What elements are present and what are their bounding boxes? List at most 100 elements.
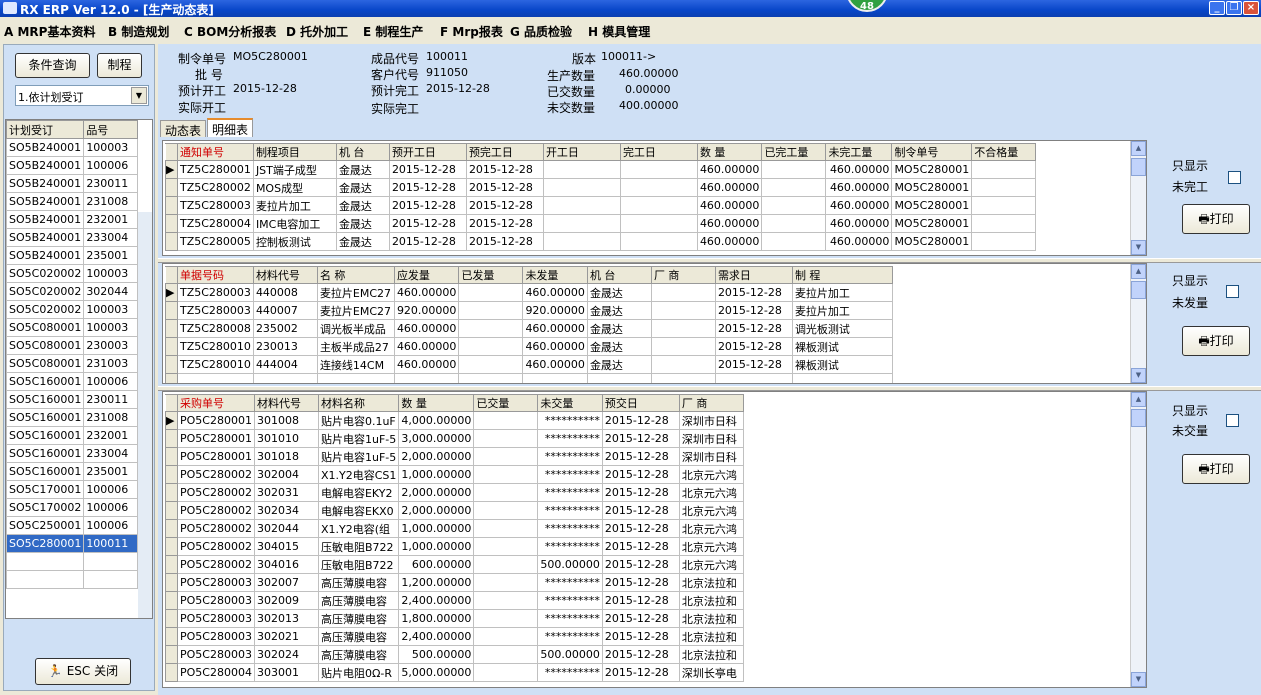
table-row[interactable]: PO5C280003 302013 高压薄膜电容 1,800.00000 *******… — [165, 609, 744, 628]
table-row[interactable]: TZ5C280010 444004 连接线14CM 460.00000 460.0000… — [165, 355, 893, 374]
column-header[interactable]: 名 称 — [316, 266, 395, 284]
table-row[interactable] — [165, 373, 893, 383]
list-item[interactable]: SO5C080001 100003 — [6, 318, 139, 337]
row-indicator[interactable] — [165, 555, 178, 574]
column-header[interactable]: 应发量 — [393, 266, 460, 284]
scroll-down-icon[interactable]: ▼ — [1131, 240, 1146, 255]
column-header[interactable]: 制令单号 — [891, 143, 973, 161]
column-header[interactable]: 数 量 — [696, 143, 763, 161]
row-indicator[interactable] — [165, 301, 178, 320]
column-header[interactable]: 材料代号 — [252, 266, 318, 284]
table-row[interactable]: ▶ PO5C280001 301008 贴片电容0.1uF 4,000.00000 ***… — [165, 411, 744, 430]
list-item[interactable]: SO5B240001 233004 — [6, 228, 139, 247]
row-indicator[interactable] — [165, 447, 178, 466]
row-indicator[interactable] — [165, 214, 178, 233]
column-header[interactable]: 单据号码 — [177, 266, 254, 284]
table-row[interactable]: PO5C280003 302007 高压薄膜电容 1,200.00000 *******… — [165, 573, 744, 592]
table-row[interactable]: TZ5C280003 麦拉片加工 金晟达 2015-12-28 2015-12-28 46… — [165, 196, 1037, 215]
list-item[interactable]: SO5C250001 100006 — [6, 516, 139, 535]
query-button[interactable]: 条件查询 — [15, 53, 90, 78]
scroll-down-icon[interactable]: ▼ — [1131, 672, 1146, 687]
table-row[interactable]: TZ5C280002 MOS成型 金晟达 2015-12-28 2015-12-28 46… — [165, 178, 1037, 197]
column-header[interactable]: 预开工日 — [388, 143, 467, 161]
list-item[interactable]: SO5C280001 100011 — [6, 534, 139, 553]
list-item[interactable]: SO5C160001 100006 — [6, 372, 139, 391]
row-indicator[interactable] — [165, 663, 178, 682]
list-item[interactable]: SO5C160001 230011 — [6, 390, 139, 409]
close-button[interactable]: × — [1243, 1, 1259, 15]
column-header[interactable]: 已交量 — [473, 394, 539, 412]
list-item[interactable]: SO5C160001 235001 — [6, 462, 139, 481]
show-unfinished-checkbox[interactable] — [1228, 171, 1241, 184]
column-header[interactable]: 开工日 — [542, 143, 621, 161]
column-header[interactable]: 计划受订 — [6, 120, 85, 139]
plan-select[interactable]: 1.依计划受订 ▼ — [15, 85, 149, 106]
show-undelivered-checkbox[interactable] — [1226, 414, 1239, 427]
menu-item-7[interactable]: G 品质检验 — [510, 23, 572, 40]
make-button[interactable]: 制程 — [97, 53, 142, 78]
list-item[interactable] — [6, 570, 139, 589]
restore-button[interactable]: ❐ — [1226, 1, 1242, 15]
column-header[interactable]: 机 台 — [586, 266, 652, 284]
table-row[interactable]: TZ5C280004 IMC电容加工 金晟达 2015-12-28 2015-12-28… — [165, 214, 1037, 233]
table-row[interactable]: PO5C280003 302021 高压薄膜电容 2,400.00000 *******… — [165, 627, 744, 646]
row-indicator[interactable] — [165, 609, 178, 628]
list-item[interactable]: SO5C080001 230003 — [6, 336, 139, 355]
list-item[interactable] — [6, 552, 139, 571]
print-button[interactable]: 🖶打印 — [1182, 454, 1250, 484]
list-item[interactable]: SO5C160001 232001 — [6, 426, 139, 445]
row-indicator[interactable] — [165, 645, 178, 664]
menu-item-8[interactable]: H 模具管理 — [588, 23, 650, 40]
list-item[interactable]: SO5C170002 100006 — [6, 498, 139, 517]
table-row[interactable]: PO5C280001 301010 贴片电容1uF-5 3,000.00000 ****… — [165, 429, 744, 448]
row-indicator[interactable] — [165, 501, 178, 520]
material-grid-scrollbar[interactable]: ▲ ▼ — [1130, 264, 1146, 383]
row-indicator[interactable] — [165, 373, 178, 383]
column-header[interactable]: 通知单号 — [177, 143, 254, 161]
column-header[interactable]: 制程项目 — [252, 143, 337, 161]
row-indicator[interactable] — [165, 232, 178, 251]
scroll-up-icon[interactable]: ▲ — [1131, 264, 1146, 279]
chevron-down-icon[interactable]: ▼ — [131, 87, 147, 104]
menu-item-4[interactable]: D 托外加工 — [286, 23, 348, 40]
scroll-thumb[interactable] — [1131, 409, 1146, 427]
table-row[interactable]: TZ5C280005 控制板测试 金晟达 2015-12-28 2015-12-28 46… — [165, 232, 1037, 251]
column-header[interactable]: 品号 — [83, 120, 139, 139]
list-item[interactable]: SO5C080001 231003 — [6, 354, 139, 373]
table-row[interactable]: PO5C280002 302004 X1.Y2电容CS1 1,000.00000 ***… — [165, 465, 744, 484]
column-header[interactable]: 未交量 — [537, 394, 603, 412]
column-header[interactable]: 采购单号 — [177, 394, 255, 412]
tab-detail[interactable]: 明细表 — [207, 118, 254, 137]
row-indicator[interactable] — [165, 319, 178, 338]
row-indicator[interactable] — [165, 627, 178, 646]
table-row[interactable]: TZ5C280003 440007 麦拉片EMC27 920.00000 920.000… — [165, 301, 893, 320]
column-header[interactable]: 预完工日 — [465, 143, 544, 161]
table-row[interactable]: PO5C280003 302009 高压薄膜电容 2,400.00000 *******… — [165, 591, 744, 610]
table-row[interactable]: PO5C280004 303001 贴片电阻0Ω-R 5,000.00000 *****… — [165, 663, 744, 682]
list-item[interactable]: SO5C160001 233004 — [6, 444, 139, 463]
column-header[interactable]: 需求日 — [714, 266, 793, 284]
left-vertical-scrollbar[interactable] — [138, 212, 152, 618]
tab-dynamic[interactable]: 动态表 — [160, 120, 207, 138]
process-grid-scrollbar[interactable]: ▲ ▼ — [1130, 141, 1146, 255]
row-indicator[interactable]: ▶ — [165, 411, 178, 430]
column-header[interactable]: 已发量 — [458, 266, 524, 284]
list-item[interactable]: SO5C160001 231008 — [6, 408, 139, 427]
menu-item-6[interactable]: F Mrp报表 — [440, 23, 503, 40]
column-header[interactable]: 已完工量 — [761, 143, 827, 161]
menu-item-1[interactable]: A MRP基本资料 — [4, 23, 95, 40]
table-row[interactable]: PO5C280002 302031 电解电容EKY2 2,000.00000 *****… — [165, 483, 744, 502]
row-indicator[interactable] — [165, 465, 178, 484]
print-button[interactable]: 🖶打印 — [1182, 326, 1250, 356]
menu-item-2[interactable]: B 制造规划 — [108, 23, 169, 40]
row-indicator[interactable] — [165, 483, 178, 502]
show-unissued-checkbox[interactable] — [1226, 285, 1239, 298]
minimize-button[interactable]: _ — [1209, 1, 1225, 15]
table-row[interactable]: PO5C280002 302044 X1.Y2电容(组 1,000.00000 ****… — [165, 519, 744, 538]
row-indicator[interactable] — [165, 196, 178, 215]
table-row[interactable]: PO5C280002 302034 电解电容EKX0 2,000.00000 *****… — [165, 501, 744, 520]
list-item[interactable]: SO5C020002 100003 — [6, 300, 139, 319]
column-header[interactable]: 未完工量 — [825, 143, 893, 161]
print-button[interactable]: 🖶打印 — [1182, 204, 1250, 234]
table-row[interactable]: TZ5C280008 235002 调光板半成品 460.00000 460.00000… — [165, 319, 893, 338]
